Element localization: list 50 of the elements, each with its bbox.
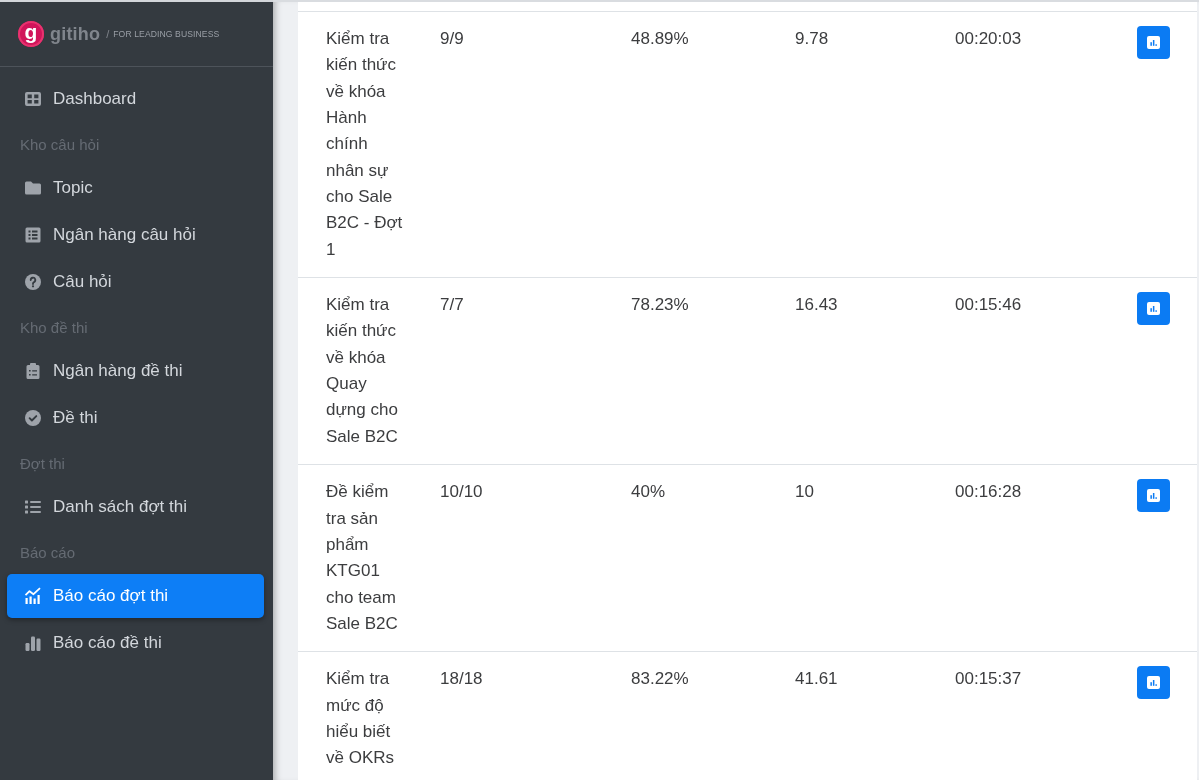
table-cell: 9.78 — [795, 29, 829, 48]
brand-tagline: FOR LEADING BUSINESS — [113, 29, 220, 39]
logo-mark: g — [18, 21, 44, 47]
clipboard-icon — [24, 362, 42, 380]
table-cell: 78.23% — [631, 295, 689, 315]
table-cell: 40% — [631, 482, 666, 502]
bar-chart-icon — [1147, 676, 1160, 690]
table-cell: 9/9 — [440, 29, 464, 48]
nav-item[interactable]: Dashboard — [7, 77, 264, 121]
table-cell: 18/18 — [440, 669, 483, 689]
nav-item[interactable]: Ngân hàng câu hỏi — [7, 213, 264, 257]
grid-icon — [24, 90, 42, 108]
table-cell: 10/10 — [440, 482, 483, 502]
nav-item[interactable]: Đề thi — [7, 396, 264, 440]
table-cell: 00:15:37 — [955, 669, 1022, 689]
check-badge-icon — [24, 409, 42, 427]
nav-item[interactable]: Báo cáo đề thi — [7, 621, 264, 665]
table-cell: 48.89% — [631, 29, 689, 48]
table-cell: 41.61 — [795, 669, 838, 689]
report-button[interactable] — [1137, 292, 1170, 326]
table-cell: Kiểm tra kiến thức về khóa Quay dựng cho Sale B2C — [326, 295, 398, 446]
report-button[interactable] — [1137, 26, 1170, 59]
bar-chart-icon — [1147, 489, 1160, 503]
logo-separator: / — [106, 28, 110, 40]
table-cell: 10 — [795, 482, 814, 502]
table-cell: 00:20:03 — [955, 29, 1022, 48]
bar-chart-icon — [24, 634, 42, 652]
table-cell: 16.43 — [795, 295, 838, 315]
question-icon — [24, 273, 42, 291]
table-cell: 00:15:46 — [955, 295, 1022, 315]
report-button[interactable] — [1137, 479, 1170, 513]
line-chart-icon — [24, 587, 42, 605]
bar-chart-icon — [1147, 36, 1160, 49]
bar-chart-icon — [1147, 302, 1160, 316]
report-button[interactable] — [1137, 666, 1170, 700]
bullet-list-icon — [24, 498, 42, 516]
nav-item[interactable]: Ngân hàng đề thi — [7, 349, 264, 393]
table-cell: Kiểm tra kiến thức về khóa Hành chính nhân sự cho Sale B2C - Đợt 1 — [326, 29, 403, 259]
nav-item[interactable]: Danh sách đợt thi — [7, 485, 264, 529]
table-cell: 7/7 — [440, 295, 464, 315]
table-cell: 83.22% — [631, 669, 689, 689]
table-cell: 00:16:28 — [955, 482, 1022, 502]
table-cell: Đề kiểm tra sản phẩm KTG01 cho team Sale B2C — [326, 482, 398, 633]
nav-item[interactable]: Báo cáo đợt thi — [7, 574, 264, 618]
nav-item[interactable]: Câu hỏi — [7, 260, 264, 304]
brand-name: gitiho — [50, 23, 101, 45]
table-cell: Kiểm tra mức độ hiểu biết về OKRs — [326, 669, 395, 768]
nav-item[interactable]: Topic — [7, 166, 264, 210]
list-box-icon — [24, 226, 42, 244]
folder-icon — [24, 179, 42, 197]
